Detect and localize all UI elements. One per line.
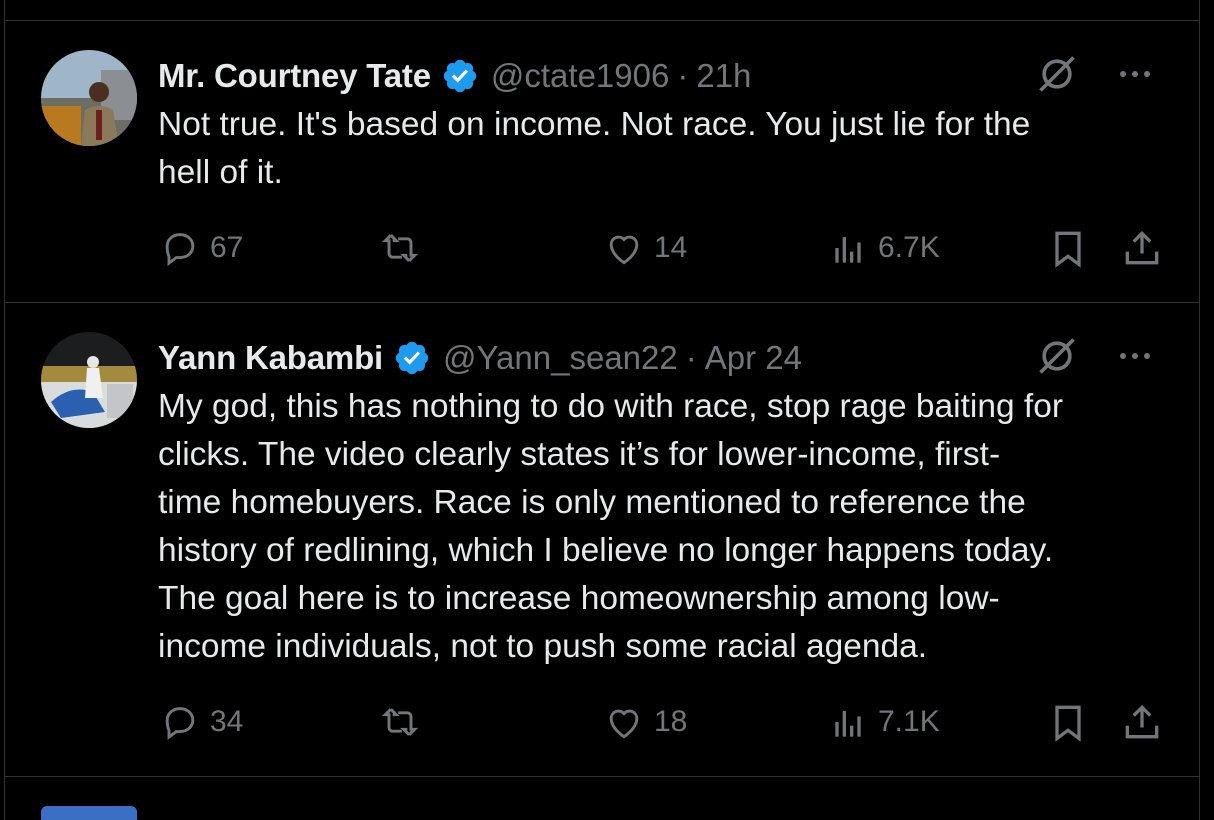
- handle[interactable]: @Yann_sean22: [443, 339, 678, 377]
- tweet-text: My god, this has nothing to do with race…: [158, 383, 1178, 671]
- views-button[interactable]: 7.1K: [826, 700, 940, 744]
- timestamp[interactable]: 21h: [696, 57, 751, 95]
- text-line: clicks. The video clearly states it’s fo…: [158, 436, 1001, 473]
- like-button[interactable]: 18: [602, 700, 687, 744]
- text-line: time homebuyers. Race is only mentioned …: [158, 484, 1026, 521]
- views-icon: [835, 237, 861, 263]
- action-bar: 67 14 6.7K: [158, 226, 1159, 274]
- like-button[interactable]: 14: [602, 226, 687, 270]
- repost-button[interactable]: [378, 226, 430, 270]
- bookmark-icon: [1055, 231, 1081, 268]
- more-icon[interactable]: [1115, 64, 1155, 84]
- share-button[interactable]: [1120, 226, 1164, 270]
- separator: ·: [677, 57, 689, 94]
- tweet-text: Not true. It's based on income. Not race…: [158, 101, 1178, 197]
- views-count: 6.7K: [878, 231, 940, 264]
- views-count: 7.1K: [878, 705, 940, 738]
- verified-badge-icon: [395, 341, 429, 375]
- timeline-column: Mr. Courtney Tate @ctate1906 · 21h Not t…: [4, 0, 1200, 820]
- avatar[interactable]: [41, 332, 137, 428]
- repost-icon: [381, 234, 419, 262]
- share-button[interactable]: [1120, 700, 1164, 744]
- reply-count: 34: [210, 705, 244, 738]
- reply-icon: [165, 233, 195, 266]
- tweet-2[interactable]: Yann Kabambi @Yann_sean22 · Apr 24 My go…: [5, 302, 1199, 776]
- grok-icon[interactable]: [1035, 334, 1079, 378]
- text-line: income individuals, not to push some rac…: [158, 628, 928, 665]
- display-name[interactable]: Yann Kabambi: [158, 339, 383, 377]
- like-count: 14: [654, 231, 688, 264]
- reply-button[interactable]: 34: [158, 700, 243, 744]
- like-icon: [609, 235, 639, 265]
- text-line: hell of it.: [158, 154, 283, 191]
- next-tweet-avatar[interactable]: [41, 806, 137, 820]
- avatar[interactable]: [41, 50, 137, 146]
- action-bar: 34 18 7.1K: [158, 700, 1159, 748]
- text-line: history of redlining, which I believe no…: [158, 532, 1054, 569]
- separator: ·: [685, 339, 697, 376]
- like-count: 18: [654, 705, 688, 738]
- text-line: Not true. It's based on income. Not race…: [158, 106, 1031, 143]
- views-button[interactable]: 6.7K: [826, 226, 940, 270]
- grok-icon[interactable]: [1035, 52, 1079, 96]
- views-icon: [835, 711, 861, 737]
- reply-count: 67: [210, 231, 244, 264]
- reply-icon: [165, 707, 195, 740]
- share-icon: [1125, 230, 1159, 265]
- display-name[interactable]: Mr. Courtney Tate: [158, 57, 431, 95]
- bookmark-button[interactable]: [1046, 226, 1090, 270]
- tweet-1[interactable]: Mr. Courtney Tate @ctate1906 · 21h Not t…: [5, 20, 1199, 302]
- share-icon: [1125, 704, 1159, 739]
- text-line: My god, this has nothing to do with race…: [158, 388, 1064, 425]
- more-icon[interactable]: [1115, 346, 1155, 366]
- handle[interactable]: @ctate1906: [491, 57, 669, 95]
- like-icon: [609, 709, 639, 739]
- reply-button[interactable]: 67: [158, 226, 243, 270]
- tweet-header: Yann Kabambi @Yann_sean22 · Apr 24: [158, 336, 802, 380]
- timestamp[interactable]: Apr 24: [705, 339, 802, 377]
- bookmark-button[interactable]: [1046, 700, 1090, 744]
- repost-button[interactable]: [378, 700, 430, 744]
- divider: [5, 776, 1199, 777]
- text-line: The goal here is to increase homeownersh…: [158, 580, 1000, 617]
- bookmark-icon: [1055, 705, 1081, 742]
- verified-badge-icon: [443, 59, 477, 93]
- tweet-header: Mr. Courtney Tate @ctate1906 · 21h: [158, 54, 751, 98]
- repost-icon: [381, 708, 419, 736]
